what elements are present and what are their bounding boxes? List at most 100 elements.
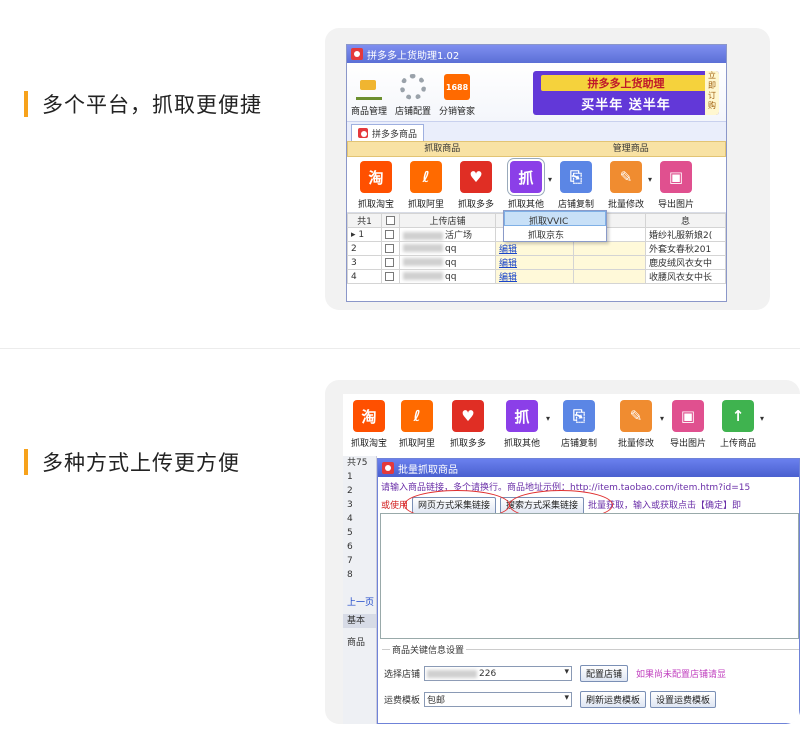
batch-edit-button[interactable]: ✎ 批量修改 ▾ — [601, 161, 652, 210]
button-label: 抓取淘宝 — [357, 200, 394, 210]
list-item[interactable]: 2 — [343, 484, 376, 498]
setup-freight-button[interactable]: 设置运费模板 — [650, 691, 717, 708]
fetch-pdd-button[interactable]: ♥ 抓取多多 — [441, 400, 495, 456]
fetch-alibaba-button[interactable]: ℓ 抓取阿里 — [401, 161, 451, 210]
list-item[interactable]: 7 — [343, 554, 376, 568]
export-images-button[interactable]: ▣ 导出图片 — [651, 161, 701, 210]
ribbon-toolbar: 淘 抓取淘宝 ℓ 抓取阿里 ♥ 抓取多多 抓 抓取其他 ▾ ⎘ 店铺复制 ✎ 批… — [343, 394, 800, 456]
ribbon-groups: 抓取商品 管理商品 — [347, 141, 726, 157]
fetch-other-button[interactable]: 抓 抓取其他 ▾ — [501, 158, 552, 210]
row-shop: qq — [399, 269, 496, 284]
fetch-taobao-button[interactable]: 淘 抓取淘宝 — [345, 400, 393, 456]
list-count: 共75 — [347, 458, 368, 468]
blurred-text — [403, 258, 443, 266]
table-row[interactable]: 4 qq 编辑 收腰风衣女中长 — [347, 269, 726, 284]
menu-distribution[interactable]: 1688 分销管家 — [439, 74, 475, 117]
pdd-icon — [358, 128, 368, 138]
dropdown-arrow-icon[interactable]: ▾ — [760, 414, 764, 423]
grab-icon: 抓 — [506, 400, 538, 432]
links-textarea[interactable] — [380, 513, 799, 639]
row-edit[interactable]: 编辑 — [495, 255, 574, 270]
app-window: 淘 抓取淘宝 ℓ 抓取阿里 ♥ 抓取多多 抓 抓取其他 ▾ ⎘ 店铺复制 ✎ 批… — [343, 394, 800, 724]
menu-shop-config[interactable]: 店铺配置 — [395, 74, 431, 117]
checkbox[interactable] — [385, 243, 394, 253]
button-label: 导出图片 — [669, 439, 706, 449]
table-row[interactable]: 2 qq 编辑 外套女春秋201 — [347, 241, 726, 256]
menu-item-vvic[interactable]: 抓取VVIC — [504, 211, 606, 227]
row-checkbox[interactable] — [381, 241, 400, 256]
row-title: 外套女春秋201 — [645, 241, 726, 256]
list-item[interactable]: 1 — [343, 470, 376, 484]
checkbox[interactable] — [386, 215, 395, 225]
button-label: 抓取阿里 — [398, 439, 435, 449]
fetch-alibaba-button[interactable]: ℓ 抓取阿里 — [393, 400, 441, 456]
group-manage: 管理商品 — [612, 144, 649, 154]
behind-table: 共75 1 2 3 4 5 6 7 8 上一页 基本 商品 — [343, 456, 377, 724]
row-shop: 活广场 — [399, 227, 496, 242]
list-item[interactable]: 4 — [343, 512, 376, 526]
col-check[interactable] — [381, 213, 400, 228]
config-shop-button[interactable]: 配置店铺 — [580, 665, 629, 682]
menu-goods-manage[interactable]: 商品管理 — [351, 74, 387, 117]
tab-basic[interactable]: 基本 — [343, 614, 376, 628]
button-label: 批量修改 — [617, 439, 654, 449]
button-label: 店铺复制 — [560, 439, 597, 449]
key-info-section: 商品关键信息设置 — [382, 643, 799, 723]
refresh-freight-button[interactable]: 刷新运费模板 — [580, 691, 647, 708]
promo-banner[interactable]: 拼多多上货助理 买半年 送半年 立即订购 — [533, 71, 719, 115]
pdd-heart-icon: ♥ — [452, 400, 484, 432]
label-goods: 商品 — [347, 638, 366, 648]
fetch-other-button[interactable]: 抓 抓取其他 ▾ — [495, 400, 550, 456]
pencil-icon: ✎ — [610, 161, 642, 193]
checkbox[interactable] — [385, 257, 394, 267]
button-label: 抓取其他 — [503, 439, 540, 449]
button-label: 抓取多多 — [449, 439, 486, 449]
tab-pdd-goods[interactable]: 拼多多商品 — [351, 124, 425, 141]
upload-goods-button[interactable]: ↑ 上传商品 ▾ — [713, 400, 764, 456]
button-label: 抓取阿里 — [407, 200, 444, 210]
app-logo-icon — [351, 48, 363, 60]
export-images-button[interactable]: ▣ 导出图片 — [663, 400, 713, 456]
feature-title: 多个平台，抓取更便捷 — [42, 93, 262, 117]
feature-title: 多种方式上传更方便 — [42, 451, 240, 475]
row-checkbox[interactable] — [381, 227, 400, 242]
upload-icon: ↑ — [722, 400, 754, 432]
shop-label: 选择店铺 — [384, 670, 421, 680]
table-row[interactable]: 3 qq 编辑 鹿皮绒风衣女中 — [347, 255, 726, 270]
app-logo-icon — [382, 462, 394, 474]
row-checkbox[interactable] — [381, 269, 400, 284]
row-title: 鹿皮绒风衣女中 — [645, 255, 726, 270]
list-item[interactable]: 3 — [343, 498, 376, 512]
row-number: 4 — [347, 269, 382, 284]
freight-select[interactable]: 包邮 — [424, 692, 573, 707]
shop-select[interactable]: 226 — [424, 666, 573, 681]
row-checkbox[interactable] — [381, 255, 400, 270]
shop-copy-button[interactable]: ⎘ 店铺复制 — [551, 161, 601, 210]
section-divider — [0, 348, 800, 349]
col-count: 共1 — [347, 213, 382, 228]
cart-icon — [356, 74, 382, 100]
row-blank — [573, 269, 646, 284]
col-title: 息 — [645, 213, 726, 228]
checkbox[interactable] — [385, 229, 394, 239]
freight-label: 运费模板 — [384, 696, 421, 706]
gear-icon — [400, 74, 427, 100]
shop-value: 226 — [479, 668, 497, 679]
feature-2: 多种方式上传更方便 — [24, 447, 240, 477]
list-item[interactable]: 5 — [343, 526, 376, 540]
fetch-pdd-button[interactable]: ♥ 抓取多多 — [451, 161, 501, 210]
row-edit[interactable]: 编辑 — [495, 269, 574, 284]
batch-edit-button[interactable]: ✎ 批量修改 ▾ — [609, 400, 664, 456]
blurred-text — [403, 272, 443, 280]
shop-copy-button[interactable]: ⎘ 店铺复制 — [549, 400, 609, 456]
banner-order: 立即订购 — [705, 71, 719, 115]
menu-item-jd[interactable]: 抓取京东 — [504, 226, 606, 241]
list-item[interactable]: 6 — [343, 540, 376, 554]
checkbox[interactable] — [385, 271, 394, 281]
fetch-taobao-button[interactable]: 淘 抓取淘宝 — [351, 161, 401, 210]
window-titlebar: 拼多多上货助理1.02 — [347, 45, 726, 63]
list-item[interactable]: 8 — [343, 568, 376, 582]
accent-bar — [24, 91, 28, 117]
prev-page-link[interactable]: 上一页 — [343, 596, 376, 610]
row-edit[interactable]: 编辑 — [495, 241, 574, 256]
